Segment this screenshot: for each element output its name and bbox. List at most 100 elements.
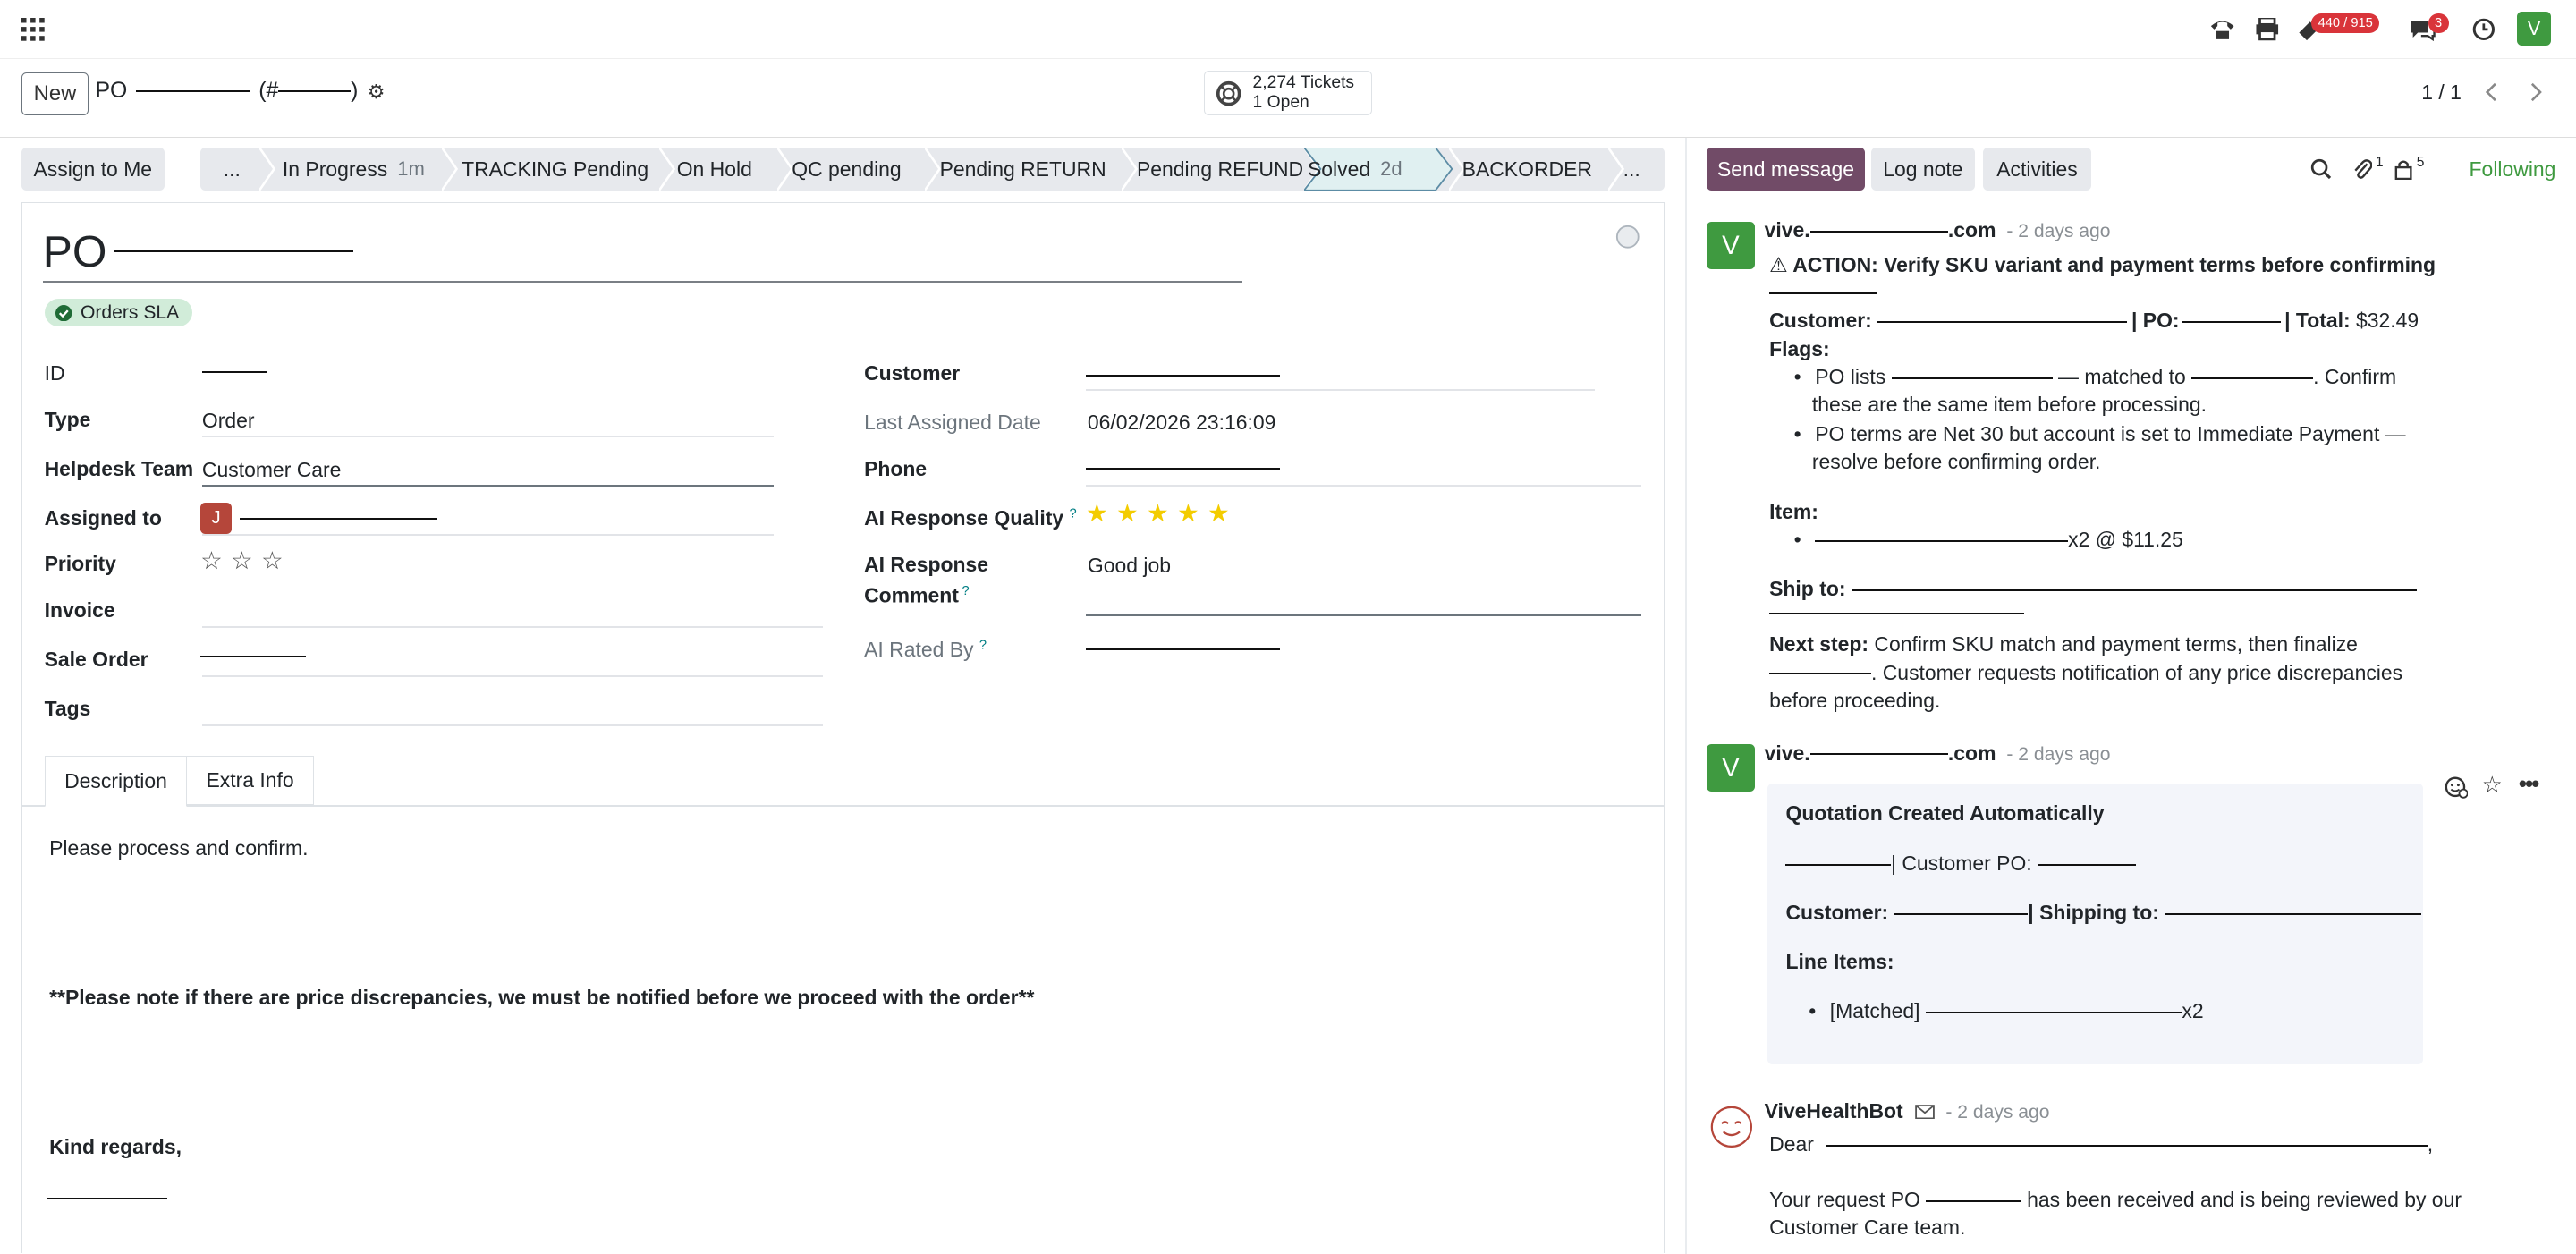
tab-extra-info[interactable]: Extra Info bbox=[187, 755, 314, 805]
ai-quality-stars[interactable]: ★ ★ ★ ★ ★ bbox=[1086, 501, 1241, 527]
ticket-title[interactable]: PO bbox=[43, 225, 353, 277]
invoice-label: Invoice bbox=[44, 597, 115, 622]
ai-comment-underline bbox=[1086, 614, 1641, 616]
redacted-author-domain-2 bbox=[1809, 753, 1948, 756]
phone-icon[interactable] bbox=[2207, 15, 2240, 45]
message2-author-prefix: vive. bbox=[1764, 741, 1810, 765]
quality-star-icon[interactable]: ★ bbox=[1177, 501, 1199, 526]
priority-star-icon[interactable]: ☆ bbox=[200, 548, 223, 573]
priority-star-icon[interactable]: ☆ bbox=[231, 548, 253, 573]
ai-comment-value[interactable]: Good job bbox=[1088, 554, 1171, 578]
type-value[interactable]: Order bbox=[202, 409, 255, 433]
stage-arrow-separator bbox=[658, 148, 675, 191]
ai-comment-label-line1: AI Response bbox=[864, 553, 989, 577]
log-note-button[interactable]: Log note bbox=[1871, 148, 1975, 191]
redacted-phone[interactable] bbox=[1086, 468, 1280, 470]
tickets-button[interactable]: 2,274 Tickets 1 Open bbox=[1204, 70, 1372, 115]
stage-5[interactable]: Pending RETURN bbox=[940, 148, 1106, 191]
app-menu-icon[interactable] bbox=[18, 15, 47, 45]
new-button[interactable]: New bbox=[21, 72, 89, 115]
star-toggle-icon[interactable]: ☆ bbox=[2479, 772, 2505, 798]
sla-badge: Orders SLA bbox=[44, 299, 192, 327]
message1-flag1: • PO lists — matched to . Confirm bbox=[1793, 364, 2397, 388]
clock-icon[interactable] bbox=[2470, 15, 2499, 45]
more-options-icon[interactable]: ••• bbox=[2513, 772, 2543, 798]
printer-icon[interactable] bbox=[2250, 15, 2284, 45]
priority-star-icon[interactable]: ☆ bbox=[261, 548, 284, 573]
send-message-button[interactable]: Send message bbox=[1707, 148, 1865, 191]
redacted-ship-address bbox=[1851, 589, 2417, 591]
breadcrumb: PO (# ) bbox=[96, 79, 359, 104]
stage-label: In Progress bbox=[282, 157, 388, 181]
quality-star-icon[interactable]: ★ bbox=[1116, 501, 1139, 526]
quote-line-item: • [Matched] x2 bbox=[1809, 998, 2204, 1022]
ai-rated-tooltip[interactable]: ? bbox=[979, 638, 987, 652]
add-reaction-icon[interactable] bbox=[2443, 774, 2469, 800]
priority-stars[interactable]: ☆ ☆ ☆ bbox=[200, 548, 299, 574]
search-icon[interactable] bbox=[2309, 156, 2334, 182]
gear-icon[interactable]: ⚙ bbox=[365, 80, 388, 104]
pager-value[interactable]: 1 / 1 bbox=[2421, 80, 2462, 105]
ticket-title-prefix: PO bbox=[42, 225, 107, 276]
message3-header: ViveHealthBot - 2 days ago bbox=[1765, 1097, 2050, 1126]
stage-8[interactable]: BACKORDER bbox=[1462, 148, 1592, 191]
stage-1[interactable]: In Progress 1m bbox=[283, 148, 425, 191]
quality-star-icon[interactable]: ★ bbox=[1208, 501, 1230, 526]
message1-flag2-b: resolve before confirming order. bbox=[1811, 450, 2101, 474]
stage-7[interactable]: Solved 2d bbox=[1308, 148, 1402, 191]
next-record-icon[interactable] bbox=[2523, 77, 2549, 106]
ai-quality-label: AI Response Quality ? bbox=[864, 506, 1077, 530]
previous-record-icon[interactable] bbox=[2478, 77, 2504, 106]
description-editor[interactable] bbox=[23, 807, 1663, 1254]
tab-extra-info-label: Extra Info bbox=[206, 767, 294, 792]
stage-6[interactable]: Pending REFUND bbox=[1137, 148, 1303, 191]
tab-description[interactable]: Description bbox=[44, 755, 188, 807]
message3-author: ViveHealthBot bbox=[1764, 1098, 1903, 1123]
stage-0[interactable]: ... bbox=[224, 148, 241, 191]
message1-flag1-b: — matched to bbox=[2058, 364, 2186, 388]
message1-author-prefix: vive. bbox=[1764, 218, 1810, 242]
kanban-state-circle-icon[interactable] bbox=[1614, 224, 1640, 250]
quote-line-item-qty: x2 bbox=[2182, 998, 2204, 1022]
message1-ship-label: Ship to: bbox=[1769, 576, 1846, 600]
stage-3[interactable]: On Hold bbox=[677, 148, 752, 191]
ai-comment-tooltip[interactable]: ? bbox=[962, 584, 970, 598]
title-underline bbox=[42, 281, 1242, 283]
stage-2[interactable]: TRACKING Pending bbox=[462, 148, 648, 191]
envelope-icon bbox=[1915, 1104, 1936, 1121]
priority-label: Priority bbox=[44, 552, 116, 576]
redacted-author-domain bbox=[1809, 231, 1948, 233]
redacted-assignee-name bbox=[240, 517, 437, 520]
helpdesk-team-value[interactable]: Customer Care bbox=[202, 458, 342, 482]
stage-label: Pending REFUND bbox=[1136, 157, 1304, 181]
redacted-sale-order[interactable] bbox=[200, 655, 306, 657]
following-button[interactable]: Following bbox=[2470, 157, 2556, 182]
redacted-item-name bbox=[1815, 539, 2069, 542]
stage-9[interactable]: ... bbox=[1623, 148, 1640, 191]
redacted-recipient bbox=[1826, 1144, 2428, 1147]
activities-button[interactable]: Activities bbox=[1982, 148, 2092, 191]
last-assigned-label: Last Assigned Date bbox=[864, 411, 1041, 435]
message1-flags-label: Flags: bbox=[1769, 336, 1830, 360]
redacted-quote-number bbox=[1785, 863, 1892, 866]
assign-to-me-button[interactable]: Assign to Me bbox=[21, 148, 165, 191]
paperclip-icon[interactable] bbox=[2349, 156, 2375, 182]
tags-underline bbox=[201, 724, 824, 726]
chat-counter-badge: 3 bbox=[2428, 13, 2449, 33]
redacted-rated-by bbox=[1086, 648, 1280, 651]
message1-item-line: • x2 @ $11.25 bbox=[1793, 527, 2183, 551]
user-avatar[interactable]: V bbox=[2516, 11, 2552, 47]
redacted-customer[interactable] bbox=[1086, 374, 1280, 377]
stage-label: On Hold bbox=[676, 157, 752, 181]
quality-star-icon[interactable]: ★ bbox=[1086, 501, 1108, 526]
message3-body-line: Your request PO has been received and is… bbox=[1769, 1186, 2462, 1214]
message3-dear-line: Dear , bbox=[1769, 1131, 2434, 1156]
quality-star-icon[interactable]: ★ bbox=[1147, 501, 1169, 526]
redacted-ticket-number bbox=[278, 89, 352, 93]
stage-4[interactable]: QC pending bbox=[792, 148, 901, 191]
breadcrumb-close: ) bbox=[351, 79, 359, 104]
ai-quality-tooltip[interactable]: ? bbox=[1070, 506, 1077, 521]
message3-date: - 2 days ago bbox=[1945, 1101, 2050, 1123]
followers-lock-icon[interactable] bbox=[2392, 156, 2415, 182]
redacted-signature bbox=[47, 1197, 168, 1199]
